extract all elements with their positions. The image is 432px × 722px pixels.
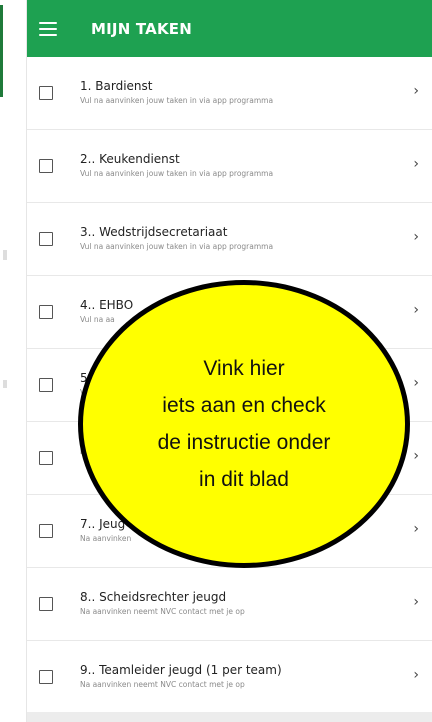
task-subtitle: Vul na aanvinken jouw taken in via app p…: [80, 169, 274, 178]
task-title: 3.. Wedstrijdsecretariaat: [80, 225, 228, 239]
chevron-right-icon[interactable]: ›: [413, 83, 419, 99]
task-row[interactable]: 9.. Teamleider jeugd (1 per team) Na aan…: [27, 641, 432, 714]
bottom-bar: [27, 712, 432, 722]
task-checkbox[interactable]: [39, 86, 53, 100]
task-title: 9.. Teamleider jeugd (1 per team): [80, 663, 282, 677]
chevron-right-icon[interactable]: ›: [413, 302, 419, 318]
task-checkbox[interactable]: [39, 524, 53, 538]
task-checkbox[interactable]: [39, 451, 53, 465]
callout-line: in dit blad: [199, 468, 289, 491]
chevron-right-icon[interactable]: ›: [413, 594, 419, 610]
task-row[interactable]: 2.. Keukendienst Vul na aanvinken jouw t…: [27, 130, 432, 203]
task-checkbox[interactable]: [39, 159, 53, 173]
left-strip-mark: [3, 250, 7, 260]
task-checkbox[interactable]: [39, 232, 53, 246]
callout-line: iets aan en check: [162, 394, 326, 417]
chevron-right-icon[interactable]: ›: [413, 667, 419, 683]
task-checkbox[interactable]: [39, 305, 53, 319]
task-row[interactable]: 8.. Scheidsrechter jeugd Na aanvinken ne…: [27, 568, 432, 641]
task-title: 2.. Keukendienst: [80, 152, 180, 166]
task-subtitle: Na aanvinken neemt NVC contact met je op: [80, 680, 245, 689]
task-checkbox[interactable]: [39, 597, 53, 611]
task-subtitle: Vul na aanvinken jouw taken in via app p…: [80, 96, 274, 105]
callout-line: Vink hier: [203, 357, 285, 380]
task-title: 4.. EHBO: [80, 298, 134, 312]
chevron-right-icon[interactable]: ›: [413, 229, 419, 245]
page-title: MIJN TAKEN: [91, 19, 192, 38]
task-row[interactable]: 1. Bardienst Vul na aanvinken jouw taken…: [27, 57, 432, 130]
chevron-right-icon[interactable]: ›: [413, 156, 419, 172]
task-subtitle: Na aanvinken: [80, 534, 132, 543]
task-title: 1. Bardienst: [80, 79, 153, 93]
task-checkbox[interactable]: [39, 378, 53, 392]
left-background-strip: [0, 0, 26, 722]
task-row[interactable]: 3.. Wedstrijdsecretariaat Vul na aanvink…: [27, 203, 432, 276]
hamburger-menu-icon[interactable]: [39, 21, 57, 36]
task-subtitle: Vul na aanvinken jouw taken in via app p…: [80, 242, 274, 251]
callout-line: de instructie onder: [157, 431, 331, 454]
left-strip-accent: [0, 5, 3, 97]
app-bar: MIJN TAKEN: [27, 0, 432, 57]
chevron-right-icon[interactable]: ›: [413, 521, 419, 537]
task-title: 8.. Scheidsrechter jeugd: [80, 590, 227, 604]
chevron-right-icon[interactable]: ›: [413, 375, 419, 391]
task-subtitle: Na aanvinken neemt NVC contact met je op: [80, 607, 245, 616]
chevron-right-icon[interactable]: ›: [413, 448, 419, 464]
left-strip-mark: [3, 380, 7, 388]
instruction-callout: Vink hier iets aan en check de instructi…: [78, 280, 410, 568]
task-checkbox[interactable]: [39, 670, 53, 684]
